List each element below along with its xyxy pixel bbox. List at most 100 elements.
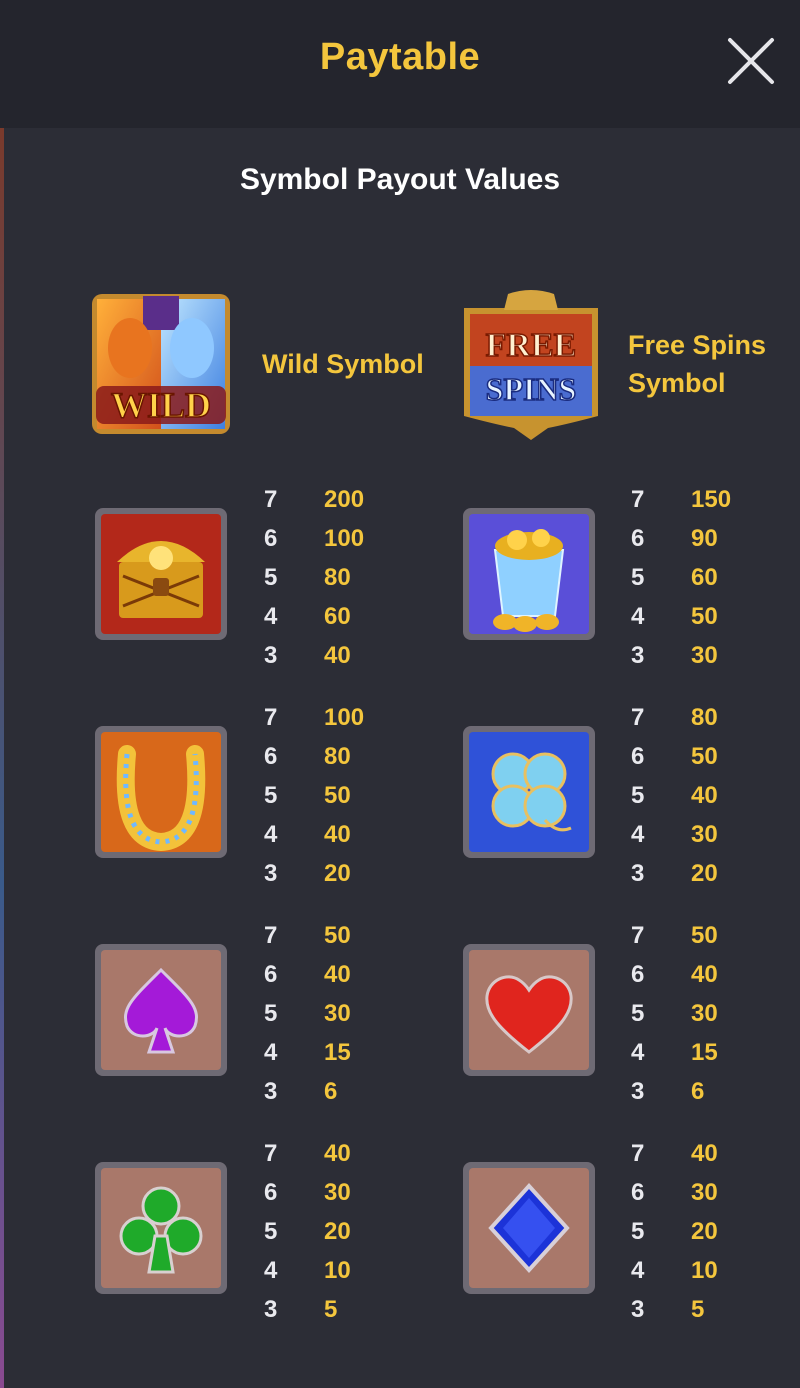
pay-value: 10 [691, 1257, 718, 1284]
gold-pot-icon [463, 508, 595, 640]
free-icon-text: FREE [486, 327, 577, 364]
pay-row: 6 100 [264, 519, 394, 558]
horseshoe-icon [95, 726, 227, 858]
pay-symbol-count: 3 [264, 642, 278, 669]
wild-icon-text: WILD [111, 385, 211, 425]
pay-value: 40 [324, 642, 351, 669]
pay-symbol-count: 6 [264, 743, 278, 770]
pay-row: 4 60 [264, 597, 394, 636]
pay-value: 50 [691, 603, 718, 630]
pay-value: 80 [691, 704, 718, 731]
pay-row: 35 [631, 1290, 761, 1329]
pay-row: 4 50 [631, 597, 761, 636]
horseshoe-symbol [93, 724, 229, 860]
pay-symbol-count: 4 [631, 1039, 645, 1066]
spade-symbol [93, 942, 229, 1078]
pay-value: 90 [691, 525, 718, 552]
horseshoe-paytable: 7 100 6 80 5 50 4 40 3 20 [264, 698, 394, 893]
gold-pot-symbol [461, 506, 597, 642]
diamond-icon [463, 1162, 595, 1294]
pay-row: 5 30 [264, 994, 394, 1033]
heart-paytable: 7 50 6 40 5 30 4 15 36 [631, 916, 761, 1111]
pay-row: 5 20 [631, 1212, 761, 1251]
pay-value: 20 [324, 860, 351, 887]
club-icon [95, 1162, 227, 1294]
pay-row: 5 20 [264, 1212, 394, 1251]
pay-row: 36 [631, 1072, 761, 1111]
pay-value: 40 [691, 961, 718, 988]
pay-symbol-count: 5 [631, 564, 645, 591]
heart-symbol [461, 942, 597, 1078]
pay-value: 40 [324, 821, 351, 848]
pay-symbol-count: 3 [631, 1078, 645, 1105]
pay-row: 5 40 [631, 776, 761, 815]
close-button[interactable] [724, 34, 778, 88]
pay-value: 40 [324, 961, 351, 988]
special-symbol-label-line: Free Spins [628, 330, 767, 360]
pay-row: 6 90 [631, 519, 761, 558]
pay-symbol-count: 6 [631, 961, 645, 988]
spins-icon-text: SPINS [486, 371, 577, 407]
pay-row: 5 50 [264, 776, 394, 815]
pay-row: 6 40 [264, 955, 394, 994]
pay-symbol-count: 3 [631, 642, 645, 669]
pay-symbol-count: 5 [631, 1000, 645, 1027]
pay-symbol-count: 7 [264, 486, 278, 513]
pay-symbol-count: 4 [264, 821, 278, 848]
pay-row: 6 30 [264, 1173, 394, 1212]
treasure-chest-symbol [93, 506, 229, 642]
pay-symbol-count: 7 [264, 704, 278, 731]
pay-symbol-count: 5 [264, 1000, 278, 1027]
pay-value: 100 [324, 704, 365, 731]
pay-value: 50 [324, 922, 351, 949]
pay-value: 15 [691, 1039, 718, 1066]
pay-row: 7 40 [264, 1134, 394, 1173]
pay-row: 6 50 [631, 737, 761, 776]
pay-value: 60 [691, 564, 718, 591]
pay-symbol-count: 5 [264, 782, 278, 809]
pay-symbol-count: 4 [264, 1039, 278, 1066]
pay-value: 30 [691, 1179, 718, 1206]
pay-value: 50 [691, 743, 718, 770]
pay-row: 7 100 [264, 698, 394, 737]
pay-symbol-count: 6 [631, 1179, 645, 1206]
treasure-chest-paytable: 7 200 6 100 5 80 4 60 3 40 [264, 480, 394, 675]
pay-row: 6 80 [264, 737, 394, 776]
four-leaf-clover-icon [463, 726, 595, 858]
wild-symbol-icon: WILD [88, 290, 234, 440]
pay-row: 35 [264, 1290, 394, 1329]
pay-symbol-count: 7 [631, 1140, 645, 1167]
pay-row: 6 40 [631, 955, 761, 994]
pay-value: 30 [691, 642, 718, 669]
pay-row: 3 20 [264, 854, 394, 893]
pay-symbol-count: 3 [264, 1078, 278, 1105]
pay-row: 3 40 [264, 636, 394, 675]
free-spins-symbol-label: Free Spins Symbol [628, 326, 766, 402]
pay-symbol-count: 3 [264, 860, 278, 887]
pay-value: 60 [324, 603, 351, 630]
pay-row: 5 30 [631, 994, 761, 1033]
pay-value: 40 [691, 782, 718, 809]
pay-value: 30 [324, 1000, 351, 1027]
pay-row: 3 20 [631, 854, 761, 893]
pay-row: 4 40 [264, 815, 394, 854]
pay-symbol-count: 3 [631, 860, 645, 887]
pay-value: 50 [691, 922, 718, 949]
spade-icon [95, 944, 227, 1076]
pay-symbol-count: 6 [631, 743, 645, 770]
pay-value: 150 [691, 486, 732, 513]
spade-paytable: 7 50 6 40 5 30 4 15 36 [264, 916, 394, 1111]
left-edge-strip [0, 128, 4, 1388]
pay-symbol-count: 6 [264, 1179, 278, 1206]
pay-row: 4 10 [264, 1251, 394, 1290]
pay-symbol-count: 3 [631, 1296, 645, 1323]
pay-symbol-count: 7 [631, 704, 645, 731]
page-title: Paytable [319, 36, 481, 78]
pay-value: 15 [324, 1039, 351, 1066]
heart-icon [463, 944, 595, 1076]
pay-value: 6 [324, 1078, 338, 1105]
pay-row: 4 30 [631, 815, 761, 854]
pay-value: 10 [324, 1257, 351, 1284]
pay-row: 7 80 [631, 698, 761, 737]
pay-row: 7 200 [264, 480, 394, 519]
